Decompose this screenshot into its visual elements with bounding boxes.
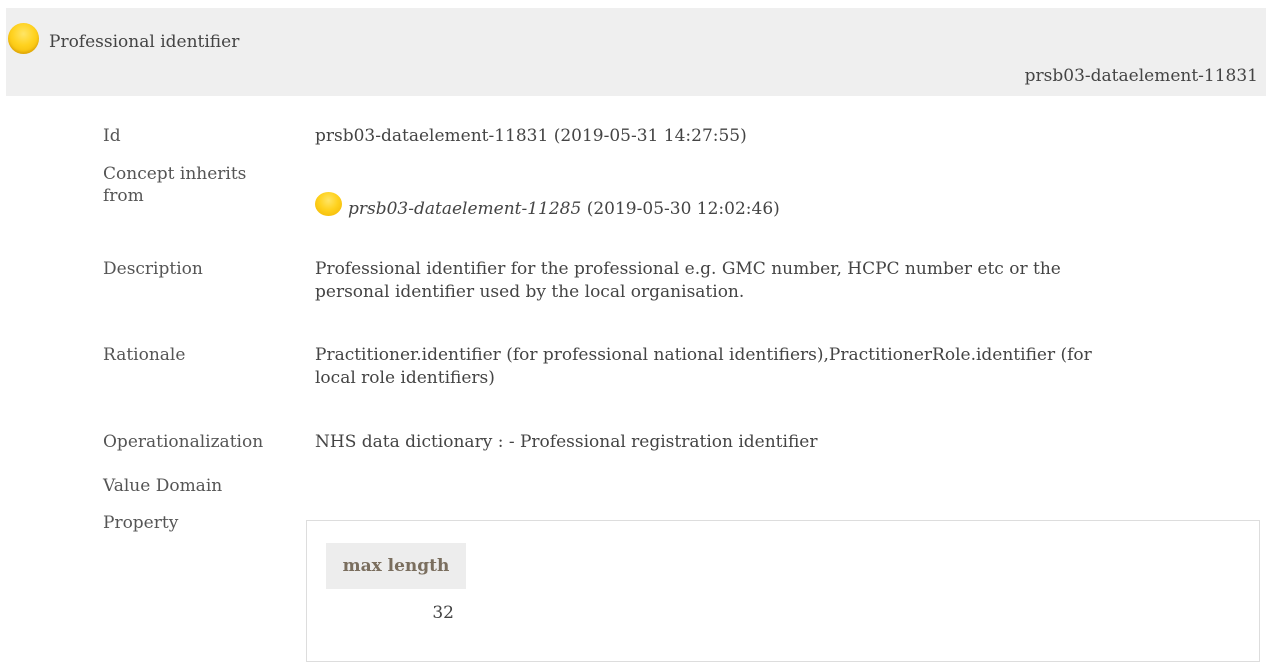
field-rationale-value: Practitioner.identifier (for professiona… bbox=[315, 344, 1255, 390]
field-rationale-line2: local role identifiers) bbox=[315, 368, 495, 388]
property-table: max length 32 bbox=[306, 520, 1260, 662]
property-value-max-length: 32 bbox=[432, 603, 454, 623]
field-property-label: Property bbox=[103, 513, 179, 533]
field-description-value: Professional identifier for the professi… bbox=[315, 258, 1255, 304]
field-rationale-line1: Practitioner.identifier (for professiona… bbox=[315, 345, 1092, 365]
field-value-domain-label: Value Domain bbox=[103, 476, 223, 496]
concept-header: Professional identifier prsb03-dataeleme… bbox=[6, 8, 1266, 96]
concept-title: Professional identifier bbox=[49, 32, 240, 52]
field-inherits-label-line2: from bbox=[103, 186, 144, 206]
inherits-date: (2019-05-30 12:02:46) bbox=[581, 199, 780, 219]
concept-id: prsb03-dataelement-11831 bbox=[1024, 66, 1258, 86]
inherits-reference-link[interactable]: prsb03-dataelement-11285 bbox=[348, 199, 581, 219]
field-id-value: prsb03-dataelement-11831 (2019-05-31 14:… bbox=[315, 126, 747, 146]
status-draft-icon bbox=[315, 192, 342, 216]
status-draft-icon bbox=[8, 23, 39, 54]
field-description-line1: Professional identifier for the professi… bbox=[315, 259, 1061, 279]
field-rationale-label: Rationale bbox=[103, 345, 186, 365]
field-inherits-value: prsb03-dataelement-11285 (2019-05-30 12:… bbox=[315, 192, 1255, 221]
field-inherits-label-line1: Concept inherits bbox=[103, 164, 247, 184]
field-inherits-label: Concept inherits from bbox=[103, 163, 283, 207]
field-description-line2: personal identifier used by the local or… bbox=[315, 282, 745, 302]
field-operationalization-value: NHS data dictionary : - Professional reg… bbox=[315, 432, 818, 452]
field-description-label: Description bbox=[103, 259, 203, 279]
field-id-label: Id bbox=[103, 126, 121, 146]
field-operationalization-label: Operationalization bbox=[103, 432, 264, 452]
property-header-max-length: max length bbox=[326, 543, 466, 589]
